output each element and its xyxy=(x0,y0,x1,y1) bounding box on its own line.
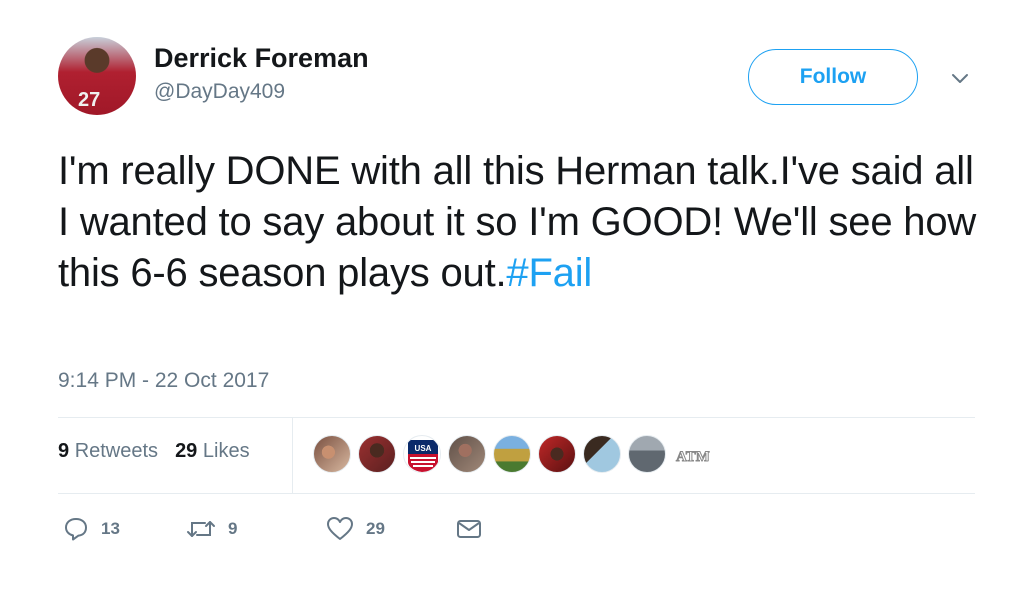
divider xyxy=(58,493,975,494)
liker-avatar[interactable]: USA xyxy=(403,435,441,473)
usa-logo-text: USA xyxy=(415,444,432,453)
liker-avatar[interactable] xyxy=(448,435,486,473)
chevron-down-icon[interactable] xyxy=(948,66,972,90)
likes-count: 29 xyxy=(175,440,198,462)
liker-avatar[interactable]: ATM xyxy=(673,435,711,473)
liker-avatar[interactable] xyxy=(313,435,351,473)
retweet-count: 9 xyxy=(228,519,238,538)
likes-stat[interactable]: 29 Likes xyxy=(175,440,250,463)
direct-message-button[interactable] xyxy=(456,518,482,540)
envelope-icon xyxy=(457,520,481,538)
author-name[interactable]: Derrick Foreman xyxy=(154,43,369,74)
liker-avatar[interactable] xyxy=(628,435,666,473)
liker-avatar[interactable] xyxy=(493,435,531,473)
reply-count: 13 xyxy=(101,519,120,538)
like-count: 29 xyxy=(366,519,385,538)
heart-icon xyxy=(327,517,353,540)
retweet-button[interactable]: 9 xyxy=(186,516,326,542)
divider xyxy=(58,417,975,418)
liker-avatars: USA ATM xyxy=(313,435,711,473)
tweet-timestamp[interactable]: 9:14 PM - 22 Oct 2017 xyxy=(58,369,269,393)
liker-avatar[interactable] xyxy=(583,435,621,473)
retweets-label: Retweets xyxy=(74,440,159,462)
tweet-actions: 13 9 29 xyxy=(63,516,482,542)
tweet-stats: 9 Retweets 29 Likes xyxy=(58,440,250,463)
texas-am-logo-icon: ATM xyxy=(676,449,710,466)
liker-avatar[interactable] xyxy=(358,435,396,473)
retweets-count: 9 xyxy=(58,440,70,462)
likes-label: Likes xyxy=(202,440,250,462)
like-button[interactable]: 29 xyxy=(326,516,456,542)
author-handle[interactable]: @DayDay409 xyxy=(154,80,285,104)
retweet-icon xyxy=(187,521,215,537)
author-avatar[interactable]: 27 xyxy=(58,37,136,115)
liker-avatar[interactable] xyxy=(538,435,576,473)
avatar-jersey-number: 27 xyxy=(78,89,101,111)
usa-soccer-logo-icon: USA xyxy=(405,437,440,472)
tweet-text: I'm really DONE with all this Herman tal… xyxy=(58,146,978,299)
hashtag-link[interactable]: #Fail xyxy=(506,251,592,295)
reply-icon xyxy=(65,518,87,541)
atm-logo-text: ATM xyxy=(676,449,710,465)
follow-button[interactable]: Follow xyxy=(748,49,918,105)
retweets-stat[interactable]: 9 Retweets xyxy=(58,440,158,463)
reply-button[interactable]: 13 xyxy=(63,516,186,542)
divider xyxy=(292,418,293,493)
